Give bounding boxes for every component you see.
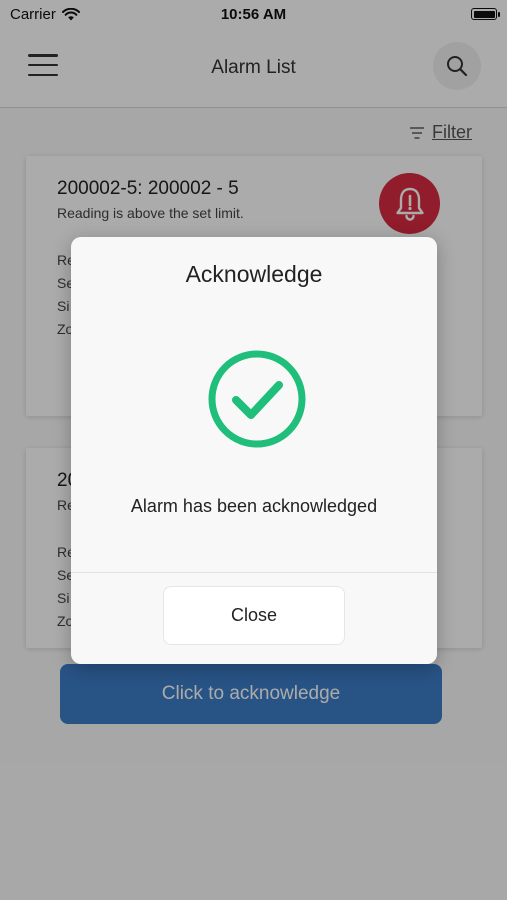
dialog-title: Acknowledge bbox=[185, 261, 323, 287]
dialog-divider bbox=[71, 572, 437, 573]
close-button[interactable]: Close bbox=[163, 586, 345, 645]
acknowledge-dialog: Acknowledge Alarm has been acknowledged … bbox=[71, 237, 437, 664]
check-circle-icon bbox=[208, 350, 306, 448]
dialog-message: Alarm has been acknowledged bbox=[130, 496, 378, 516]
